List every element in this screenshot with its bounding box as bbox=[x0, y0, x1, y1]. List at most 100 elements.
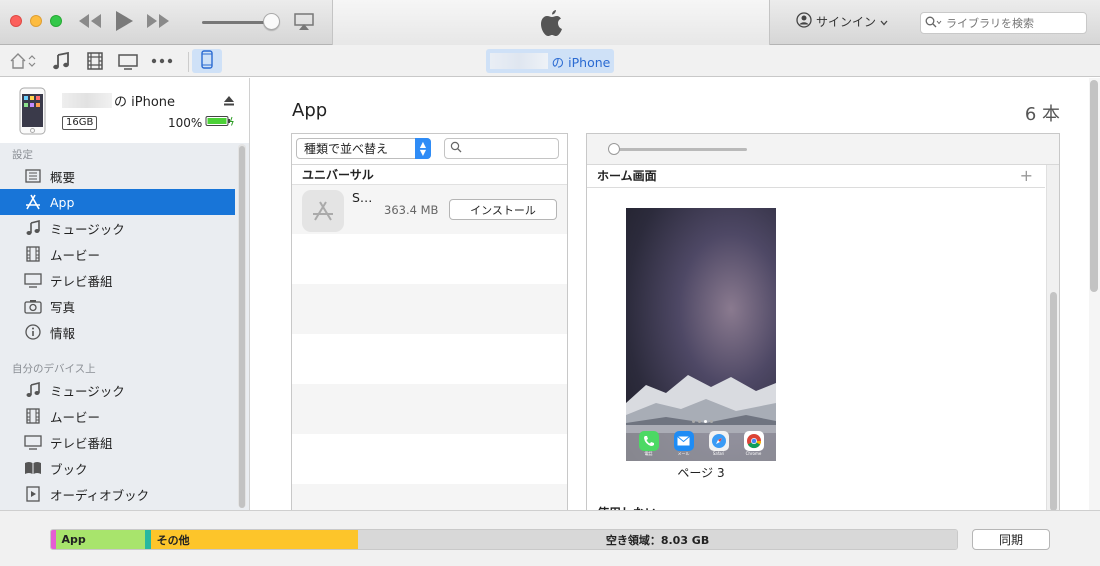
capacity-segment: App bbox=[55, 530, 146, 549]
empty-list-row bbox=[292, 434, 567, 484]
eject-icon[interactable] bbox=[223, 95, 235, 109]
app-list-panel: 種類で並べ替え ▲ ▼ ユニバーサル S… 363.4 MB インストール bbox=[291, 133, 568, 511]
app-placeholder-icon bbox=[302, 190, 344, 232]
sidebar-item-tv-shows[interactable]: テレビ番組 bbox=[0, 267, 235, 293]
library-search-input[interactable] bbox=[946, 16, 1076, 30]
capacity-segment-label: 空き領域：8.03 GB bbox=[605, 533, 710, 547]
sidebar-item-photos[interactable]: 写真 bbox=[0, 293, 235, 319]
chevron-down-icon bbox=[880, 15, 888, 29]
sidebar-item-device-books[interactable]: ブック bbox=[0, 455, 235, 481]
iphone-icon bbox=[201, 50, 213, 72]
home-screen-header-label: ホーム画面 bbox=[597, 169, 657, 183]
device-name-pill[interactable]: の iPhone bbox=[486, 49, 614, 73]
zoom-slider-knob[interactable] bbox=[608, 143, 620, 155]
sidebar-item-info[interactable]: 情報 bbox=[0, 319, 235, 345]
airplay-icon[interactable] bbox=[294, 13, 314, 34]
add-page-icon[interactable]: + bbox=[1020, 165, 1033, 187]
sync-button[interactable]: 同期 bbox=[972, 529, 1050, 550]
fast-forward-icon[interactable] bbox=[146, 13, 170, 29]
sidebar-item-label: ムービー bbox=[50, 409, 101, 425]
home-screen-scrollbar-track[interactable] bbox=[1046, 165, 1059, 511]
movies-icon[interactable] bbox=[87, 52, 103, 73]
section-header-settings: 設定 bbox=[12, 149, 33, 161]
safari-icon bbox=[708, 430, 729, 451]
play-icon[interactable] bbox=[114, 10, 134, 32]
home-screen-header: ホーム画面 + bbox=[587, 165, 1045, 188]
zoom-slider-track[interactable] bbox=[611, 148, 747, 151]
capacity-segment: その他 bbox=[150, 530, 359, 549]
capacity-segment-label: App bbox=[61, 533, 86, 546]
battery-status: 100% bbox=[168, 115, 235, 130]
empty-list-row bbox=[292, 284, 567, 334]
group-header-universal: ユニバーサル bbox=[292, 164, 567, 184]
sidebar-item-device-music[interactable]: ミュージック bbox=[0, 377, 235, 403]
library-search-field[interactable] bbox=[920, 12, 1087, 34]
sidebar: の iPhone 16GB 100% 設定 概要 App ミュージック ムービー… bbox=[0, 78, 250, 510]
dock: 電話 メール Safari Chrome bbox=[626, 425, 776, 461]
volume-slider-knob[interactable] bbox=[263, 13, 280, 30]
home-screen-scrollbar-thumb[interactable] bbox=[1050, 292, 1057, 511]
tv-icon bbox=[24, 434, 42, 450]
sidebar-item-music[interactable]: ミュージック bbox=[0, 215, 235, 241]
sidebar-item-label: ミュージック bbox=[50, 383, 125, 399]
capacity-badge: 16GB bbox=[62, 116, 98, 130]
page-label: ページ 3 bbox=[677, 466, 725, 480]
redacted-device-name bbox=[489, 53, 548, 69]
sidebar-scrollbar-thumb[interactable] bbox=[239, 146, 245, 508]
dock-app-mail: メール bbox=[673, 430, 694, 456]
sidebar-item-device-audiobooks[interactable]: オーディオブック bbox=[0, 481, 235, 507]
minimize-window-button[interactable] bbox=[30, 15, 42, 27]
sidebar-item-device-movies[interactable]: ムービー bbox=[0, 403, 235, 429]
app-row[interactable]: S… 363.4 MB インストール bbox=[292, 184, 567, 234]
page-dots bbox=[692, 420, 713, 423]
sidebar-item-label: ブック bbox=[50, 461, 88, 477]
sidebar-item-device-tv-shows[interactable]: テレビ番組 bbox=[0, 429, 235, 455]
tv-shows-icon[interactable] bbox=[118, 52, 138, 73]
main-content: App 6 本 種類で並べ替え ▲ ▼ ユニバーサル S… 363.4 MB イン… bbox=[251, 78, 1100, 520]
capacity-footer: App その他 空き領域：8.03 GB 同期 bbox=[0, 510, 1100, 566]
search-icon bbox=[450, 141, 462, 156]
mail-icon bbox=[673, 430, 694, 451]
sidebar-item-summary[interactable]: 概要 bbox=[0, 163, 235, 189]
home-media-icon[interactable] bbox=[9, 52, 39, 73]
main-scrollbar-thumb[interactable] bbox=[1090, 80, 1098, 292]
dock-app-safari: Safari bbox=[708, 430, 729, 456]
app-search-field[interactable] bbox=[444, 138, 559, 159]
music-icon[interactable] bbox=[53, 51, 69, 73]
playback-controls bbox=[78, 10, 170, 32]
dock-app-label: Chrome bbox=[745, 450, 762, 456]
capacity-segment: 空き領域：8.03 GB bbox=[358, 530, 957, 549]
sidebar-item-label: ムービー bbox=[50, 247, 101, 263]
close-window-button[interactable] bbox=[10, 15, 22, 27]
window-controls bbox=[10, 15, 62, 27]
sidebar-item-movies[interactable]: ムービー bbox=[0, 241, 235, 267]
tv-icon bbox=[24, 272, 42, 288]
signin-button[interactable]: サインイン bbox=[796, 12, 888, 31]
status-panel bbox=[332, 0, 770, 45]
zoom-window-button[interactable] bbox=[50, 15, 62, 27]
dock-app-chrome: Chrome bbox=[743, 430, 764, 456]
page-title: App bbox=[292, 100, 328, 121]
film-icon bbox=[24, 246, 42, 262]
iphone-device-button[interactable] bbox=[192, 49, 222, 73]
dock-app-label: 電話 bbox=[644, 450, 653, 456]
sidebar-item-app[interactable]: App bbox=[0, 189, 235, 215]
dock-app-label: メール bbox=[677, 450, 690, 456]
home-screen-panel: ホーム画面 + 電話 メール Safari Chrome ページ 3 bbox=[586, 133, 1060, 520]
device-name: の iPhone bbox=[62, 91, 175, 110]
summary-icon bbox=[24, 169, 42, 183]
camera-icon bbox=[24, 299, 42, 314]
phone-icon bbox=[638, 430, 659, 451]
rewind-icon[interactable] bbox=[78, 13, 102, 29]
install-button[interactable]: インストール bbox=[449, 199, 557, 220]
redacted-device-name bbox=[62, 93, 112, 108]
sort-select-label: 種類で並べ替え bbox=[304, 142, 389, 156]
iphone-thumbnail-icon bbox=[19, 87, 46, 138]
film-icon bbox=[24, 408, 42, 424]
sort-select[interactable]: 種類で並べ替え ▲ ▼ bbox=[296, 138, 431, 159]
empty-list-row bbox=[292, 484, 567, 511]
app-store-icon bbox=[24, 194, 42, 210]
home-screen-page-preview[interactable]: 電話 メール Safari Chrome bbox=[626, 208, 776, 461]
apple-logo-icon bbox=[539, 9, 565, 40]
more-icon[interactable] bbox=[151, 52, 173, 73]
